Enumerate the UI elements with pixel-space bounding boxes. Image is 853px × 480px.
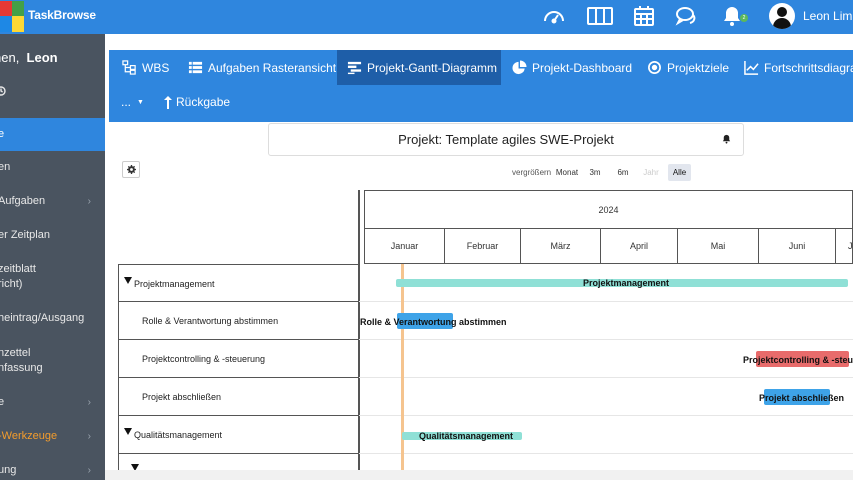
- month-label: April: [601, 229, 678, 263]
- gantt-settings-button[interactable]: [122, 161, 140, 178]
- target-icon: [648, 61, 661, 74]
- tab-fortschrittsdiagramm[interactable]: Fortschrittsdiagra: [744, 50, 853, 85]
- gear-icon: [126, 165, 136, 174]
- month-label: März: [521, 229, 601, 263]
- sidebar-item-clock[interactable]: [0, 85, 105, 101]
- chevron-right-icon: ›: [87, 196, 91, 207]
- horizontal-scrollbar[interactable]: [105, 470, 853, 480]
- month-label: Februar: [445, 229, 521, 263]
- sidebar-item-aufgaben[interactable]: Aufgaben ›: [0, 194, 105, 209]
- sidebar-item-eintrag[interactable]: heintrag/Ausgang: [0, 311, 105, 326]
- sidebar-item-e[interactable]: e ›: [0, 395, 105, 410]
- tab-projekt-gantt-diagramm[interactable]: Projekt-Gantt-Diagramm: [337, 50, 501, 85]
- task-row[interactable]: Projektmanagement: [118, 264, 359, 302]
- dashboard-icon[interactable]: [542, 4, 568, 30]
- gantt-month-header: Januar Februar März April Mai Juni J: [364, 228, 853, 264]
- month-label: Juni: [759, 229, 836, 263]
- zoom-monat-button[interactable]: Monat: [554, 164, 580, 181]
- task-row[interactable]: Projekt abschließen: [118, 378, 359, 416]
- collapse-triangle-icon[interactable]: [124, 428, 132, 435]
- back-button[interactable]: Rückgabe: [163, 88, 230, 116]
- chat-icon[interactable]: [674, 4, 700, 30]
- task-grid-header: [118, 190, 359, 264]
- list-icon: [188, 61, 203, 74]
- zoom-label: vergrößern: [512, 168, 552, 177]
- gantt-icon: [347, 61, 362, 75]
- return-icon: [164, 95, 172, 109]
- tab-wbs[interactable]: WBS: [122, 50, 169, 85]
- chevron-right-icon: ›: [87, 431, 91, 442]
- task-row[interactable]: Projektcontrolling & -steuerung: [118, 340, 359, 378]
- month-label: Januar: [365, 229, 445, 263]
- zoom-alle-button[interactable]: Alle: [668, 164, 691, 181]
- sidebar-item-werkzeuge[interactable]: -Werkzeuge ›: [0, 429, 105, 444]
- sidebar-item-zettel[interactable]: nzettel nfassung: [0, 346, 105, 376]
- tab-projektziele[interactable]: Projektziele: [647, 50, 729, 85]
- zoom-6m-button[interactable]: 6m: [612, 164, 634, 181]
- bell-icon[interactable]: 2: [720, 4, 748, 30]
- gantt-year-header: 2024: [364, 190, 853, 228]
- sidebar: nen, Leon e en Aufgaben › er Zeitplan ze…: [0, 34, 105, 480]
- sidebar-greeting: nen, Leon: [0, 50, 58, 65]
- tab-aufgaben-rasteransicht[interactable]: Aufgaben Rasteransicht: [188, 50, 336, 85]
- sidebar-item-ung[interactable]: ung ›: [0, 463, 105, 478]
- caret-down-icon: ▼: [137, 98, 144, 106]
- gantt-bar-label: Projekt abschließen: [759, 393, 845, 403]
- calendar-icon[interactable]: [632, 4, 658, 30]
- zoom-3m-button[interactable]: 3m: [584, 164, 606, 181]
- gantt-chart: 2024 Januar Februar März April Mai Juni …: [359, 190, 853, 480]
- project-title-box: Projekt: Template agiles SWE-Projekt: [268, 123, 744, 156]
- app-brand[interactable]: TaskBrowse: [28, 8, 96, 22]
- collapse-triangle-icon[interactable]: [124, 277, 132, 284]
- more-dropdown[interactable]: ... ▼: [121, 88, 144, 116]
- gantt-bar-label: Projektmanagement: [583, 278, 670, 288]
- clock-icon: [0, 86, 6, 101]
- sidebar-item-zeitplan[interactable]: er Zeitplan: [0, 228, 105, 243]
- task-row[interactable]: Qualitätsmanagement: [118, 416, 359, 454]
- avatar[interactable]: [769, 3, 795, 29]
- user-name[interactable]: Leon Limb: [803, 9, 853, 23]
- tab-projekt-dashboard[interactable]: Projekt-Dashboard: [512, 50, 632, 85]
- app-logo[interactable]: [0, 0, 26, 34]
- columns-icon[interactable]: [586, 4, 616, 30]
- month-label: Mai: [678, 229, 759, 263]
- sidebar-item-2[interactable]: en: [0, 160, 105, 175]
- task-row[interactable]: Rolle & Verantwortung abstimmen: [118, 302, 359, 340]
- pie-chart-icon: [512, 60, 527, 75]
- project-title: Projekt: Template agiles SWE-Projekt: [398, 132, 614, 147]
- zoom-jahr-button: Jahr: [643, 168, 659, 177]
- gantt-bar-label: Rolle & Verantwortung abstimmen: [360, 317, 507, 327]
- today-marker: [401, 264, 404, 480]
- chevron-right-icon: ›: [87, 397, 91, 408]
- month-label: J: [848, 241, 853, 251]
- gantt-bar-label: Qualitätsmanagement: [419, 431, 514, 441]
- sidebar-item-active[interactable]: e: [0, 118, 105, 151]
- line-chart-icon: [744, 60, 759, 75]
- chevron-right-icon: ›: [87, 465, 91, 476]
- project-tabbar: WBS Aufgaben Rasteransicht Projekt-Gantt…: [109, 50, 853, 122]
- top-navbar: TaskBrowse 2 Leon Limb: [0, 0, 853, 34]
- notification-bell-icon[interactable]: [721, 132, 733, 144]
- gantt-bar-label: Projektcontrolling & -steueru: [743, 355, 853, 365]
- sitemap-icon: [122, 60, 136, 75]
- notification-badge: 2: [740, 14, 748, 22]
- sidebar-item-zeitblatt[interactable]: zeitblatt richt): [0, 262, 105, 292]
